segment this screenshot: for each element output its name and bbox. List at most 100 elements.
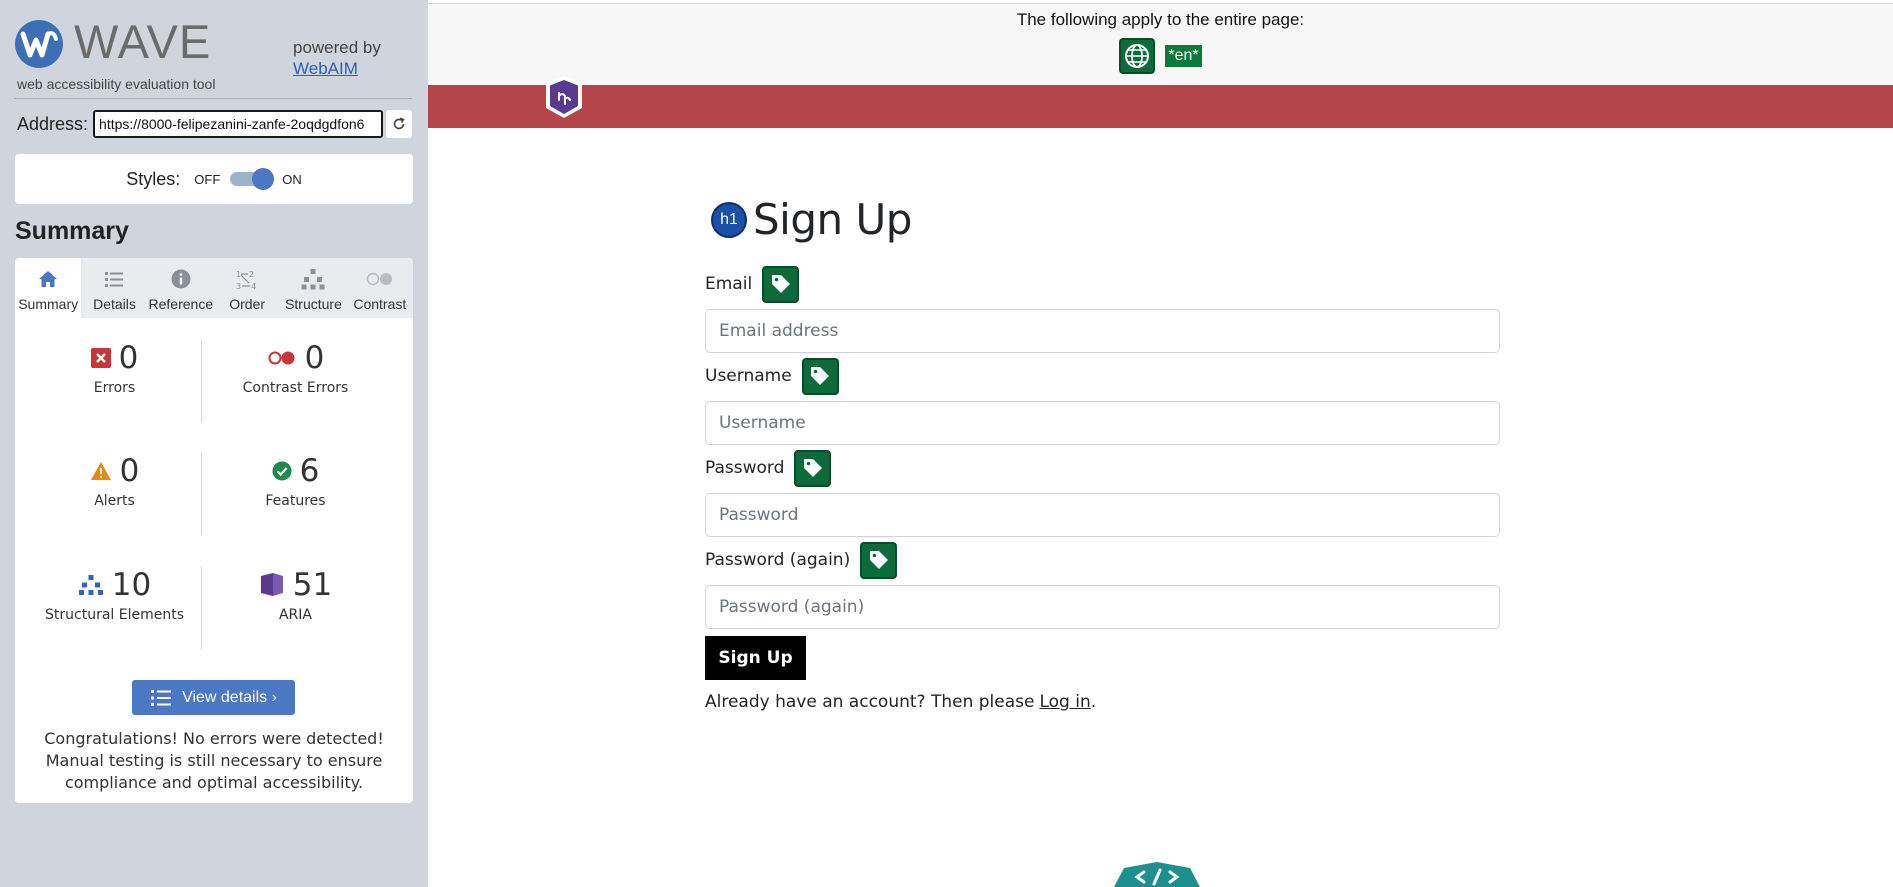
tab-details[interactable]: Details	[81, 258, 147, 318]
styles-label: Styles:	[126, 168, 181, 189]
structure-icon	[78, 574, 104, 596]
signup-button[interactable]: Sign Up	[705, 636, 806, 680]
password-input[interactable]	[705, 493, 1500, 537]
signup-title: Sign Up	[753, 195, 912, 244]
aria-label: ARIA	[278, 607, 312, 623]
wave-header: WAVE web accessibility evaluation tool p…	[0, 0, 428, 100]
styles-on-label: ON	[282, 171, 302, 187]
styles-toggle-card: Styles: OFF ON	[15, 154, 413, 204]
styles-toggle[interactable]	[228, 168, 275, 190]
wave-tagline: web accessibility evaluation tool	[17, 76, 216, 92]
structural-count: 10	[111, 567, 152, 603]
login-prompt-end: .	[1090, 692, 1097, 712]
stat-contrast-errors[interactable]: 0 Contrast Errors	[196, 338, 395, 396]
alerts-count: 0	[119, 453, 140, 489]
tab-label: Summary	[18, 296, 79, 312]
aria-marker-icon[interactable]	[544, 75, 584, 119]
view-details-button[interactable]: View details ›	[132, 680, 295, 715]
page-wide-banner: The following apply to the entire page: …	[428, 4, 1893, 85]
error-icon	[90, 348, 111, 368]
svg-text:2: 2	[249, 270, 254, 279]
username-label: Username	[705, 366, 792, 386]
login-link[interactable]: Log in	[1039, 692, 1090, 712]
refresh-icon	[393, 117, 405, 130]
email-input[interactable]	[705, 309, 1500, 353]
errors-label: Errors	[93, 380, 136, 396]
wave-brand: WAVE	[74, 15, 212, 68]
username-input[interactable]	[705, 401, 1500, 445]
label-tag-icon[interactable]	[860, 541, 898, 579]
styles-off-label: OFF	[194, 171, 221, 187]
tab-label: Reference	[148, 296, 214, 312]
congrats-message: Congratulations! No errors were detected…	[44, 729, 384, 792]
stat-divider	[201, 567, 202, 649]
site-navbar	[428, 85, 1893, 128]
wave-logo-icon	[15, 20, 63, 68]
info-icon	[171, 267, 191, 291]
features-count: 6	[299, 453, 320, 489]
tab-order[interactable]: 123 4 Order	[214, 258, 280, 318]
email-field-group: Email	[705, 265, 1500, 353]
list-icon	[151, 689, 172, 706]
order-icon: 123 4	[235, 267, 259, 291]
tab-summary[interactable]: Summary	[15, 258, 82, 318]
contrast-errors-count: 0	[304, 340, 325, 376]
language-globe-icon[interactable]	[1119, 38, 1156, 74]
summary-heading: Summary	[15, 217, 129, 245]
language-badge[interactable]: *en*	[1165, 45, 1202, 67]
refresh-button[interactable]	[386, 110, 413, 138]
stat-errors[interactable]: 0 Errors	[15, 338, 214, 396]
address-label: Address:	[17, 113, 89, 134]
structure-icon	[301, 267, 325, 291]
stat-divider	[201, 453, 202, 535]
powered-by-text: powered by	[293, 38, 381, 57]
contrast-errors-label: Contrast Errors	[242, 380, 349, 396]
wave-tabs: Summary Details Reference 123 4 Order Str…	[15, 258, 413, 318]
tab-label: Details	[93, 296, 136, 312]
alerts-label: Alerts	[94, 493, 135, 509]
aria-count: 51	[292, 567, 333, 603]
tab-structure[interactable]: Structure	[280, 258, 346, 318]
page-preview: The following apply to the entire page: …	[428, 0, 1893, 887]
toggle-knob	[252, 168, 275, 190]
tab-reference[interactable]: Reference	[148, 258, 214, 318]
svg-text:1: 1	[236, 270, 241, 279]
powered-by: powered by WebAIM	[293, 37, 381, 79]
errors-count: 0	[118, 340, 139, 376]
tab-label: Order	[229, 296, 266, 312]
address-input[interactable]	[93, 110, 384, 138]
email-label: Email	[705, 274, 753, 294]
login-prompt: Already have an account? Then please Log…	[705, 692, 1096, 712]
password-again-input[interactable]	[705, 585, 1500, 629]
stat-structural[interactable]: 10 Structural Elements	[15, 565, 214, 623]
stat-features[interactable]: 6 Features	[196, 451, 395, 509]
page-wide-icons: *en*	[428, 38, 1893, 74]
stat-alerts[interactable]: 0 Alerts	[15, 451, 214, 509]
home-icon	[38, 267, 58, 291]
view-details-label: View details ›	[182, 688, 277, 706]
svg-text:4: 4	[251, 282, 256, 290]
page-wide-text: The following apply to the entire page:	[1016, 10, 1305, 29]
contrast-icon	[366, 267, 394, 291]
password-field-group: Password	[705, 449, 1500, 537]
aria-icon	[259, 572, 285, 598]
password-again-label: Password (again)	[705, 550, 851, 570]
features-label: Features	[265, 493, 326, 509]
label-tag-icon[interactable]	[762, 265, 800, 303]
username-field-group: Username	[705, 357, 1500, 445]
stat-divider	[201, 340, 202, 422]
wave-sidebar: WAVE web accessibility evaluation tool p…	[0, 0, 428, 887]
password-label: Password	[705, 458, 785, 478]
webaim-link[interactable]: WebAIM	[293, 58, 381, 79]
tab-label: Structure	[285, 296, 342, 312]
h1-marker-icon[interactable]: h1	[711, 201, 747, 238]
tab-contrast[interactable]: Contrast	[347, 258, 413, 318]
header-divider	[14, 98, 412, 99]
stat-aria[interactable]: 51 ARIA	[196, 565, 395, 623]
summary-panel: 0 Errors 0 Contrast Errors 0 Alerts 6 Fe…	[15, 318, 413, 803]
label-tag-icon[interactable]	[801, 357, 839, 395]
list-icon	[104, 267, 124, 291]
structural-label: Structural Elements	[45, 607, 184, 623]
label-tag-icon[interactable]	[794, 449, 832, 487]
login-prompt-text: Already have an account? Then please	[705, 692, 1035, 712]
